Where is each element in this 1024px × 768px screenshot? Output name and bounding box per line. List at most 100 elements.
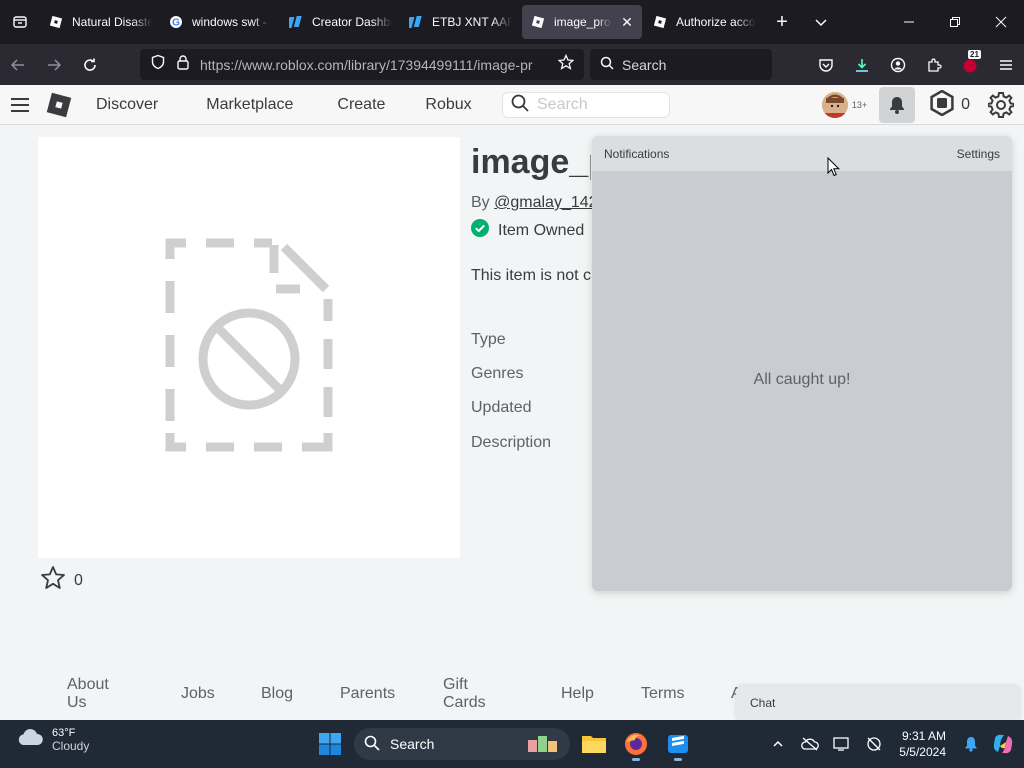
roblox-favicon-icon <box>652 14 668 30</box>
file-explorer-icon[interactable] <box>576 726 612 762</box>
browser-tab[interactable]: Creator Dashboard <box>280 0 400 44</box>
nav-marketplace[interactable]: Marketplace <box>176 96 311 114</box>
star-outline-icon[interactable] <box>40 565 66 596</box>
tracking-protection-icon[interactable] <box>150 54 166 75</box>
tab-label: Authorize account <box>676 15 756 29</box>
creator-link[interactable]: @gmalay_142 <box>494 194 597 211</box>
footer-link-about[interactable]: About Us <box>67 676 109 712</box>
tab-label: ETBJ XNT AAR <box>432 15 512 29</box>
detail-description-label: Description <box>471 434 552 451</box>
downloads-icon[interactable] <box>844 44 880 85</box>
roblox-studio-icon[interactable] <box>660 726 696 762</box>
url-text[interactable]: https://www.roblox.com/library/173944991… <box>200 57 548 73</box>
browser-navigation-bar: https://www.roblox.com/library/173944991… <box>0 44 1024 85</box>
google-favicon-icon: G <box>168 14 184 30</box>
menu-icon[interactable] <box>988 44 1024 85</box>
notifications-header: Notifications Settings <box>592 136 1012 171</box>
restore-icon[interactable] <box>932 0 978 44</box>
footer-link-help[interactable]: Help <box>561 685 594 703</box>
roblox-studio-favicon-icon <box>408 14 424 30</box>
favorite-toggle[interactable]: 0 <box>40 565 83 596</box>
browser-tab-strip: Natural Disasters G windows swt - Creato… <box>0 0 1024 44</box>
nav-robux[interactable]: Robux <box>403 96 489 114</box>
minimize-icon[interactable] <box>886 0 932 44</box>
copilot-icon[interactable] <box>990 720 1016 768</box>
search-highlight-icon <box>526 732 560 757</box>
notifications-empty-text: All caught up! <box>753 371 851 388</box>
footer-link-gift-cards[interactable]: Gift Cards <box>443 676 486 712</box>
search-icon <box>600 56 614 73</box>
settings-gear-icon[interactable] <box>986 85 1016 125</box>
footer-link-parents[interactable]: Parents <box>340 685 395 703</box>
nav-create[interactable]: Create <box>311 96 403 114</box>
item-thumbnail <box>38 137 460 558</box>
browser-tab-active[interactable]: image_prod ✕ <box>522 5 642 39</box>
weather-widget[interactable]: 63°F Cloudy <box>16 726 89 753</box>
favorite-count: 0 <box>74 571 83 589</box>
robux-balance[interactable]: 0 <box>929 89 970 121</box>
display-icon[interactable] <box>829 720 855 768</box>
item-notice: This item is not c <box>471 267 592 284</box>
tab-label: Natural Disasters <box>72 15 152 29</box>
tab-overview-icon[interactable] <box>0 0 40 44</box>
bookmark-star-icon[interactable] <box>557 53 575 75</box>
onedrive-icon[interactable] <box>797 720 823 768</box>
list-all-tabs-icon[interactable] <box>800 0 842 44</box>
chat-tab[interactable]: Chat <box>736 686 1020 720</box>
pocket-icon[interactable] <box>808 44 844 85</box>
roblox-favicon-icon <box>48 14 64 30</box>
new-tab-icon[interactable]: + <box>764 0 800 44</box>
system-clock[interactable]: 9:31 AM 5/5/2024 <box>899 728 946 760</box>
chat-label: Chat <box>750 696 776 710</box>
windows-start-icon[interactable] <box>312 726 348 762</box>
roblox-logo-icon[interactable] <box>40 85 78 125</box>
check-circle-icon <box>471 219 489 242</box>
detail-type-label: Type <box>471 331 506 348</box>
owned-label: Item Owned <box>498 221 585 239</box>
search-placeholder: Search <box>622 56 667 73</box>
notification-bell-icon[interactable] <box>958 720 984 768</box>
windows-taskbar: 63°F Cloudy Search 9:31 AM 5/5/2024 <box>0 720 1024 768</box>
cloud-icon <box>16 726 44 753</box>
footer-link-terms[interactable]: Terms <box>641 685 685 703</box>
back-icon[interactable] <box>0 44 36 85</box>
footer-link-blog[interactable]: Blog <box>261 685 293 703</box>
network-icon[interactable] <box>861 720 887 768</box>
notifications-popover: Notifications Settings All caught up! <box>592 136 1012 591</box>
clock-date: 5/5/2024 <box>899 745 946 759</box>
hamburger-menu-icon[interactable] <box>0 85 40 125</box>
browser-search-box[interactable]: Search <box>590 49 772 80</box>
extensions-icon[interactable] <box>916 44 952 85</box>
lock-icon[interactable] <box>176 54 190 75</box>
browser-tab[interactable]: Natural Disasters <box>40 0 160 44</box>
detail-updated-label: Updated <box>471 399 532 416</box>
firefox-icon[interactable] <box>618 726 654 762</box>
browser-tab[interactable]: Authorize account <box>644 0 764 44</box>
roblox-header: Discover Marketplace Create Robux Search… <box>0 85 1024 125</box>
notifications-title: Notifications <box>604 146 670 161</box>
notifications-settings-link[interactable]: Settings <box>957 147 1000 161</box>
account-icon[interactable] <box>880 44 916 85</box>
nav-discover[interactable]: Discover <box>78 96 176 114</box>
roblox-studio-favicon-icon <box>288 14 304 30</box>
notifications-bell-icon[interactable] <box>879 87 916 123</box>
tab-label: windows swt - <box>192 15 267 29</box>
show-hidden-icons-icon[interactable] <box>765 720 791 768</box>
address-bar[interactable]: https://www.roblox.com/library/173944991… <box>140 49 584 80</box>
detail-genres-label: Genres <box>471 365 524 382</box>
forward-icon[interactable] <box>36 44 72 85</box>
robux-icon <box>929 89 955 121</box>
taskbar-search[interactable]: Search <box>354 728 570 760</box>
browser-tab[interactable]: ETBJ XNT AAR <box>400 0 520 44</box>
reload-icon[interactable] <box>72 44 108 85</box>
addon-badge-icon[interactable]: 21 <box>952 44 988 85</box>
tab-label: image_prod <box>554 15 612 29</box>
roblox-search-input[interactable]: Search <box>502 92 670 118</box>
tab-close-icon[interactable]: ✕ <box>620 14 634 31</box>
user-avatar-link[interactable]: 13+ <box>821 92 867 118</box>
avatar[interactable] <box>821 92 848 118</box>
main-nav: Discover Marketplace Create Robux <box>78 85 490 125</box>
close-window-icon[interactable] <box>978 0 1024 44</box>
footer-link-jobs[interactable]: Jobs <box>181 685 215 703</box>
browser-tab[interactable]: G windows swt - <box>160 0 280 44</box>
